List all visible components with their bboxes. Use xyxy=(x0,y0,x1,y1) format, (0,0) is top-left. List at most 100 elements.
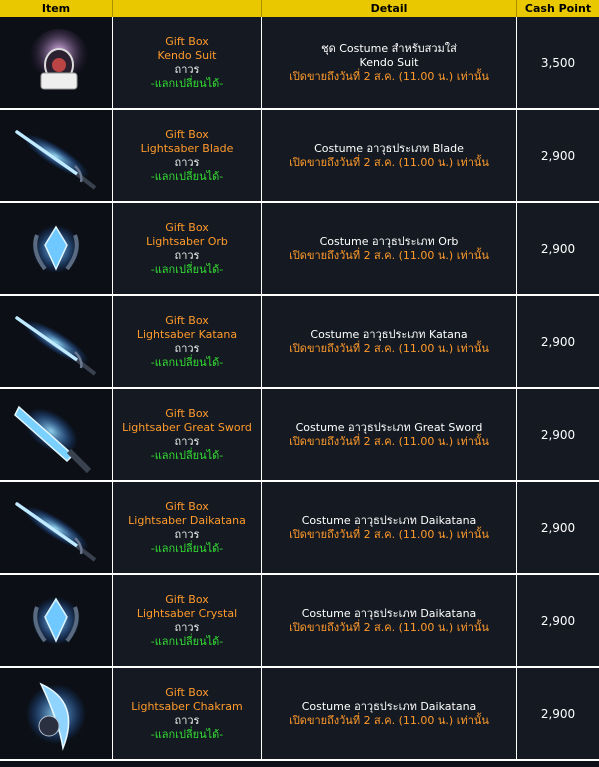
lightsaber-great-sword-icon xyxy=(11,393,101,477)
duration-label: ถาวร xyxy=(174,155,200,169)
item-name: Lightsaber Daikatana xyxy=(128,513,246,527)
tradeable-label: -แลกเปลี่ยนได้- xyxy=(150,355,224,369)
gift-box-label: Gift Box xyxy=(165,592,209,606)
gift-box-label: Gift Box xyxy=(165,685,209,699)
item-name-cell: Gift Box Lightsaber Chakram ถาวร -แลกเปลี่ย… xyxy=(113,668,262,759)
duration-label: ถาวร xyxy=(174,341,200,355)
item-name-cell: Gift Box Lightsaber Orb ถาวร -แลกเปลี่ยนได้… xyxy=(113,203,262,294)
item-image-cell xyxy=(0,296,113,387)
duration-label: ถาวร xyxy=(174,434,200,448)
price: 2,900 xyxy=(540,427,576,442)
header-spacer xyxy=(113,0,262,17)
header-cash-point: Cash Point xyxy=(524,2,592,15)
tradeable-label: -แลกเปลี่ยนได้- xyxy=(150,262,224,276)
item-name-cell: Gift Box Lightsaber Crystal ถาวร -แลกเปลี่ย… xyxy=(113,575,262,666)
item-image-cell xyxy=(0,17,113,108)
detail-title: Costume อาวุธประเภท Daikatana xyxy=(301,699,477,713)
sale-period: เปิดขายถึงวันที่ 2 ส.ค. (11.00 น.) เท่าน… xyxy=(289,527,489,541)
cash-point-cell: 2,900 xyxy=(517,110,599,201)
item-name: Lightsaber Orb xyxy=(146,234,228,248)
item-image-cell xyxy=(0,482,113,573)
cash-point-cell: 2,900 xyxy=(517,296,599,387)
table-header: Item Detail Cash Point xyxy=(0,0,599,17)
item-name: Lightsaber Chakram xyxy=(131,699,243,713)
lightsaber-crystal-icon xyxy=(11,579,101,663)
header-detail: Detail xyxy=(262,0,517,17)
table-row: Gift Box Lightsaber Katana ถาวร -แลกเปลี่ยน… xyxy=(0,296,599,389)
price: 2,900 xyxy=(540,334,576,349)
lightsaber-chakram-icon xyxy=(11,672,101,756)
item-image-cell xyxy=(0,575,113,666)
item-image-cell xyxy=(0,110,113,201)
tradeable-label: -แลกเปลี่ยนได้- xyxy=(150,634,224,648)
lightsaber-blade-icon xyxy=(11,114,101,198)
item-name: Kendo Suit xyxy=(157,48,217,62)
item-image-cell xyxy=(0,389,113,480)
sale-period: เปิดขายถึงวันที่ 2 ส.ค. (11.00 น.) เท่าน… xyxy=(289,155,489,169)
tradeable-label: -แลกเปลี่ยนได้- xyxy=(150,169,224,183)
item-image-cell xyxy=(0,203,113,294)
cash-point-cell: 2,900 xyxy=(517,482,599,573)
duration-label: ถาวร xyxy=(174,62,200,76)
item-detail-cell: Costume อาวุธประเภท Daikatana เปิดขายถึงว… xyxy=(262,668,517,759)
table-row: Gift Box Kendo Suit ถาวร -แลกเปลี่ยนได้- ชุด… xyxy=(0,17,599,110)
item-name-cell: Gift Box Lightsaber Great Sword ถาวร -แลกเป… xyxy=(113,389,262,480)
header-item: Item xyxy=(0,0,113,17)
detail-title: Costume อาวุธประเภท Katana xyxy=(310,327,468,341)
item-table: Item Detail Cash Point Gift Box Kendo Sui… xyxy=(0,0,599,767)
item-detail-cell: Costume อาวุธประเภท Daikatana เปิดขายถึงว… xyxy=(262,482,517,573)
duration-label: ถาวร xyxy=(174,527,200,541)
item-name: Lightsaber Crystal xyxy=(136,606,238,620)
item-image-cell xyxy=(0,668,113,759)
gift-box-label: Gift Box xyxy=(165,499,209,513)
cash-point-cell: 3,500 xyxy=(517,17,599,108)
cash-point-cell: 2,900 xyxy=(517,203,599,294)
detail-title: Costume อาวุธประเภท Blade xyxy=(314,141,464,155)
item-detail-cell: Costume อาวุธประเภท Daikatana เปิดขายถึงว… xyxy=(262,575,517,666)
item-detail-cell: Costume อาวุธประเภท Katana เปิดขายถึงวันท… xyxy=(262,296,517,387)
item-name: Lightsaber Blade xyxy=(140,141,234,155)
detail-title: Costume อาวุธประเภท Daikatana xyxy=(301,606,477,620)
table-row: Gift Box Lightsaber Great Sword ถาวร -แลกเป… xyxy=(0,389,599,482)
table-row: Gift Box Lightsaber Daikatana ถาวร -แลกเปลี… xyxy=(0,482,599,575)
detail-title: ชุด Costume สำหรับสวมใส่ xyxy=(321,41,457,55)
item-name: Lightsaber Katana xyxy=(136,327,238,341)
lightsaber-katana-icon xyxy=(11,300,101,384)
price: 3,500 xyxy=(540,55,576,70)
item-detail-cell: Costume อาวุธประเภท Orb เปิดขายถึงวันที่ … xyxy=(262,203,517,294)
sale-period: เปิดขายถึงวันที่ 2 ส.ค. (11.00 น.) เท่าน… xyxy=(289,248,489,262)
sale-period: เปิดขายถึงวันที่ 2 ส.ค. (11.00 น.) เท่าน… xyxy=(289,713,489,727)
item-name-cell: Gift Box Lightsaber Katana ถาวร -แลกเปลี่ยน… xyxy=(113,296,262,387)
duration-label: ถาวร xyxy=(174,248,200,262)
detail-subtitle: Kendo Suit xyxy=(359,55,419,69)
item-name: Lightsaber Great Sword xyxy=(122,420,252,434)
price: 2,900 xyxy=(540,241,576,256)
lightsaber-daikatana-icon xyxy=(11,486,101,570)
gift-box-label: Gift Box xyxy=(165,34,209,48)
item-detail-cell: Costume อาวุธประเภท Great Sword เปิดขายถึ… xyxy=(262,389,517,480)
sale-period: เปิดขายถึงวันที่ 2 ส.ค. (11.00 น.) เท่าน… xyxy=(289,69,489,83)
cash-point-cell: 2,900 xyxy=(517,575,599,666)
duration-label: ถาวร xyxy=(174,620,200,634)
sale-period: เปิดขายถึงวันที่ 2 ส.ค. (11.00 น.) เท่าน… xyxy=(289,620,489,634)
gift-box-label: Gift Box xyxy=(165,220,209,234)
price: 2,900 xyxy=(540,148,576,163)
lightsaber-orb-icon xyxy=(11,207,101,291)
tradeable-label: -แลกเปลี่ยนได้- xyxy=(150,448,224,462)
price: 2,900 xyxy=(540,706,576,721)
item-detail-cell: Costume อาวุธประเภท Blade เปิดขายถึงวันที… xyxy=(262,110,517,201)
item-name-cell: Gift Box Kendo Suit ถาวร -แลกเปลี่ยนได้- xyxy=(113,17,262,108)
table-row: Gift Box Lightsaber Blade ถาวร -แลกเปลี่ยนไ… xyxy=(0,110,599,203)
cash-point-cell: 2,900 xyxy=(517,668,599,759)
duration-label: ถาวร xyxy=(174,713,200,727)
item-detail-cell: ชุด Costume สำหรับสวมใส่ Kendo Suit เปิดขา… xyxy=(262,17,517,108)
detail-title: Costume อาวุธประเภท Great Sword xyxy=(295,420,483,434)
item-name-cell: Gift Box Lightsaber Blade ถาวร -แลกเปลี่ยนไ… xyxy=(113,110,262,201)
tradeable-label: -แลกเปลี่ยนได้- xyxy=(150,76,224,90)
sale-period: เปิดขายถึงวันที่ 2 ส.ค. (11.00 น.) เท่าน… xyxy=(289,434,489,448)
tradeable-label: -แลกเปลี่ยนได้- xyxy=(150,727,224,741)
gift-box-label: Gift Box xyxy=(165,127,209,141)
detail-title: Costume อาวุธประเภท Orb xyxy=(319,234,459,248)
table-row: Gift Box Lightsaber Crystal ถาวร -แลกเปลี่ย… xyxy=(0,575,599,668)
price: 2,900 xyxy=(540,613,576,628)
